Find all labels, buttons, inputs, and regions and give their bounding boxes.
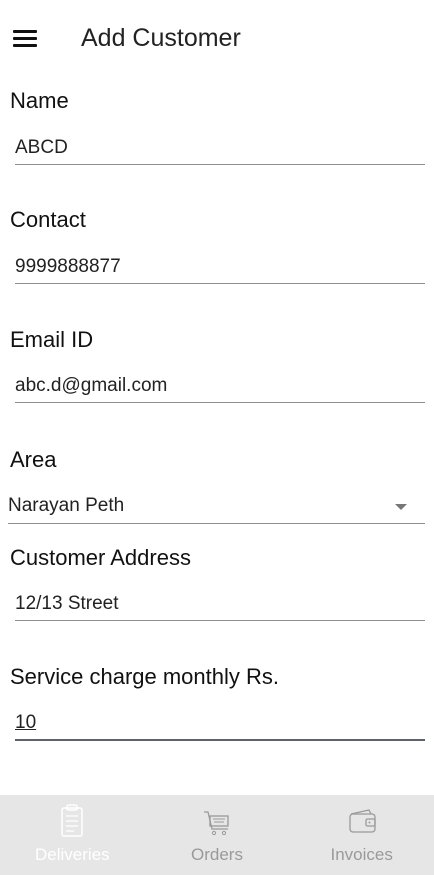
service-charge-input[interactable] [15, 707, 425, 741]
name-input[interactable] [15, 131, 425, 165]
name-label: Name [10, 88, 69, 113]
area-select[interactable]: Narayan Peth [8, 492, 425, 524]
hamburger-menu-icon[interactable] [13, 30, 37, 48]
tab-orders[interactable]: Orders [145, 795, 290, 875]
bottom-tab-bar: Deliveries Orders Invoices [0, 795, 434, 875]
tab-invoices-label: Invoices [330, 845, 393, 864]
tab-orders-label: Orders [191, 845, 243, 864]
tab-invoices[interactable]: Invoices [289, 795, 434, 875]
shopping-cart-icon [204, 811, 229, 836]
address-label: Customer Address [10, 545, 191, 570]
email-input[interactable] [15, 369, 425, 403]
clipboard-icon [61, 804, 84, 837]
tab-deliveries[interactable]: Deliveries [0, 795, 145, 875]
area-selected-value: Narayan Peth [8, 495, 125, 516]
address-input[interactable] [15, 587, 425, 621]
dropdown-arrow-icon [395, 504, 407, 510]
app-bar: Add Customer [0, 0, 434, 80]
wallet-icon [349, 809, 376, 833]
tab-deliveries-label: Deliveries [35, 845, 110, 864]
area-label: Area [10, 447, 57, 472]
contact-input[interactable] [15, 250, 425, 284]
contact-label: Contact [10, 207, 86, 232]
page-title: Add Customer [81, 24, 241, 52]
service-charge-label: Service charge monthly Rs. [10, 664, 279, 689]
email-label: Email ID [10, 327, 94, 352]
